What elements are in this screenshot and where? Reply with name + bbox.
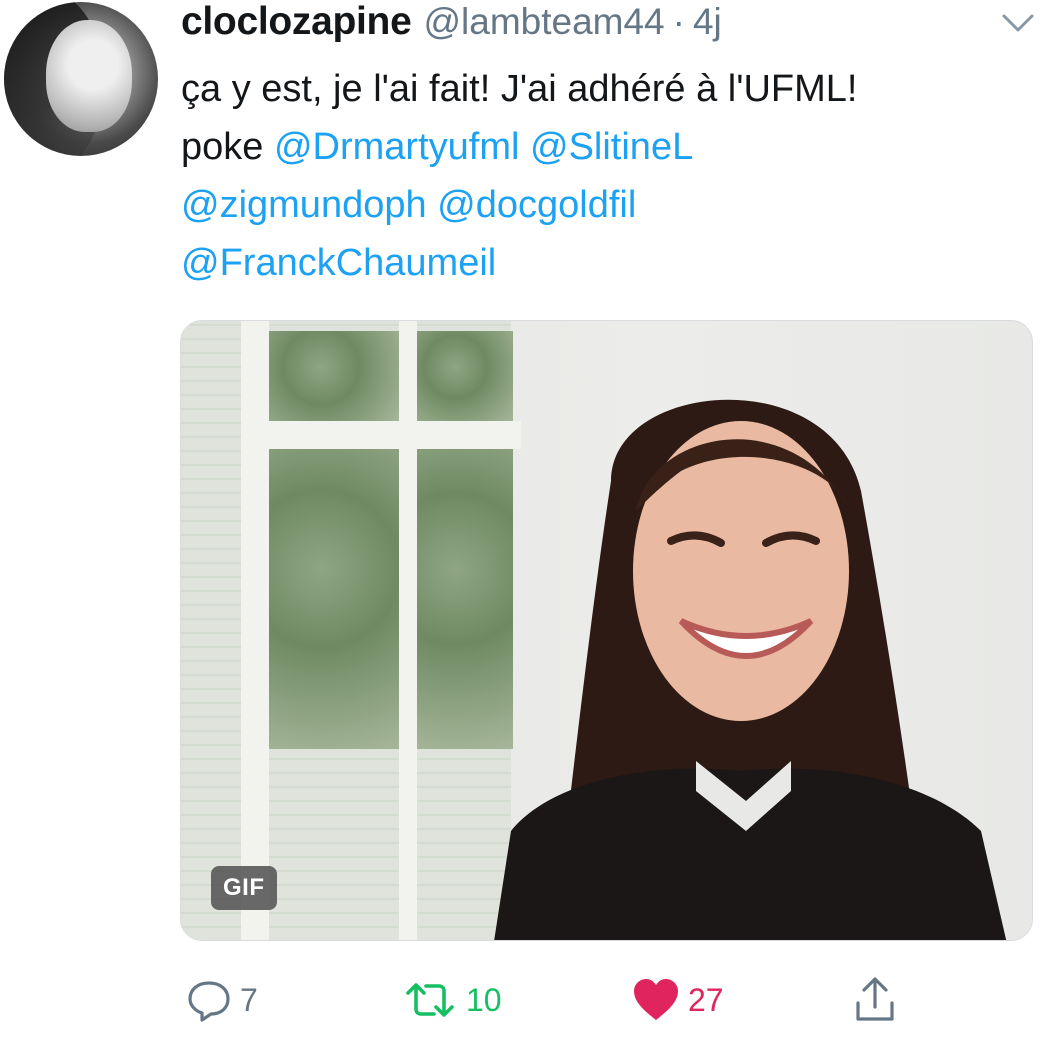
mention-link[interactable]: @zigmundoph bbox=[181, 184, 427, 226]
window-frame bbox=[399, 321, 417, 940]
poke-text: poke bbox=[181, 126, 264, 168]
gif-badge: GIF bbox=[211, 866, 277, 910]
reply-button[interactable]: 7 bbox=[186, 970, 258, 1030]
tweet-text: ça y est, je l'ai fait! J'ai adhéré à l'… bbox=[181, 60, 1031, 292]
timestamp[interactable]: 4j bbox=[693, 1, 722, 43]
gif-media[interactable]: GIF bbox=[180, 320, 1033, 941]
mention-link[interactable]: @docgoldfil bbox=[437, 184, 636, 226]
gif-person bbox=[494, 399, 1007, 940]
retweet-button[interactable]: 10 bbox=[402, 970, 502, 1030]
retweet-count: 10 bbox=[466, 981, 502, 1018]
tweet-header: cloclozapine @lambteam44 · 4j bbox=[181, 0, 722, 44]
mention-link[interactable]: @Drmartyufml bbox=[274, 126, 519, 168]
avatar-face bbox=[46, 20, 132, 132]
share-button[interactable] bbox=[852, 970, 898, 1030]
tweet-text-line: poke @Drmartyufml @SlitineL bbox=[181, 118, 1031, 176]
display-name[interactable]: cloclozapine bbox=[181, 0, 412, 44]
chevron-down-icon[interactable] bbox=[1000, 10, 1036, 36]
media-window bbox=[181, 321, 521, 940]
like-count: 27 bbox=[688, 981, 724, 1018]
tweet-text-line: @FranckChaumeil bbox=[181, 234, 1031, 292]
tweet-text-line: @zigmundoph @docgoldfil bbox=[181, 176, 1031, 234]
user-handle[interactable]: @lambteam44 bbox=[423, 1, 664, 43]
window-frame bbox=[241, 421, 521, 449]
heart-icon bbox=[632, 978, 680, 1022]
share-icon bbox=[852, 975, 898, 1025]
retweet-icon bbox=[402, 977, 458, 1023]
mention-link[interactable]: @FranckChaumeil bbox=[181, 242, 496, 284]
mention-link[interactable]: @SlitineL bbox=[530, 126, 693, 168]
reply-bubble-icon bbox=[186, 977, 232, 1023]
reply-count: 7 bbox=[240, 981, 258, 1018]
avatar[interactable] bbox=[4, 2, 158, 156]
tweet-actions: 7 10 27 bbox=[0, 970, 1044, 1030]
tweet-text-line: ça y est, je l'ai fait! J'ai adhéré à l'… bbox=[181, 68, 858, 110]
like-button[interactable]: 27 bbox=[632, 970, 724, 1030]
separator: · bbox=[672, 1, 685, 42]
window-pane bbox=[269, 449, 399, 749]
window-frame bbox=[241, 321, 269, 940]
window-pane bbox=[269, 331, 399, 421]
